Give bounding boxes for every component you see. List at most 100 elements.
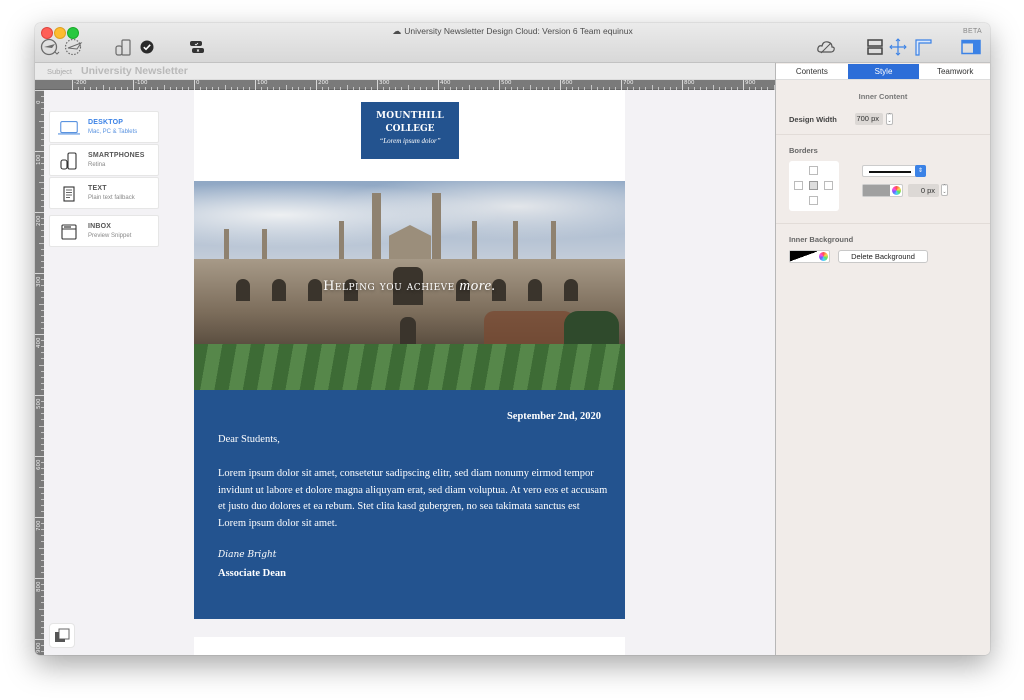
- canvas-view-button[interactable]: [49, 623, 75, 648]
- email-body[interactable]: September 2nd, 2020 Dear Students, Lorem…: [194, 390, 625, 619]
- device-title: SMARTPHONES: [88, 152, 145, 159]
- border-left-toggle[interactable]: [794, 181, 803, 190]
- college-logo[interactable]: MOUNTHILL COLLEGE “Lorem ipsum dolor”: [361, 102, 459, 159]
- device-title: DESKTOP: [88, 119, 124, 126]
- border-side-picker[interactable]: [789, 161, 839, 211]
- email-role: Associate Dean: [218, 568, 286, 579]
- device-inbox[interactable]: INBOX Preview Snippet: [49, 215, 159, 247]
- subject-label: Subject: [47, 67, 73, 76]
- border-width-stepper[interactable]: ⌃ ⌄: [941, 184, 948, 196]
- ruler-tick: [35, 639, 44, 640]
- ruler-label: 800: [684, 80, 695, 86]
- border-color-well[interactable]: [862, 184, 903, 197]
- tab-contents[interactable]: Contents: [776, 64, 848, 79]
- design-width-input[interactable]: 700 px: [855, 113, 883, 125]
- spire: [224, 229, 229, 261]
- ruler-label: 600: [562, 80, 573, 86]
- send-test-icon[interactable]: [39, 37, 61, 57]
- ruler-label: 300: [379, 80, 390, 86]
- border-top-toggle[interactable]: [809, 166, 818, 175]
- toolbar: ☁ University Newsletter Design Cloud: Ver…: [35, 23, 990, 63]
- color-wheel-icon[interactable]: [819, 252, 828, 261]
- chevron-updown-icon: ⇕: [915, 165, 926, 177]
- subject-input[interactable]: University Newsletter: [81, 65, 188, 77]
- ruler-icon[interactable]: [913, 37, 933, 57]
- border-width-input[interactable]: 0 px: [908, 184, 939, 197]
- design-width-stepper[interactable]: ⌃ ⌄: [886, 113, 893, 125]
- section-title: Inner Content: [858, 92, 908, 101]
- border-style-select[interactable]: ⇕: [862, 165, 926, 177]
- window-title-text: University Newsletter Design Cloud: Vers…: [404, 26, 633, 36]
- logo-line-1: MOUNTHILL: [376, 111, 444, 121]
- device-subtitle: Plain text fallback: [88, 195, 135, 201]
- vertical-ruler[interactable]: 0 100 200 300 400 500 600 700 800 900: [35, 90, 44, 655]
- device-subtitle: Mac, PC & Tablets: [88, 129, 138, 135]
- border-right-toggle[interactable]: [824, 181, 833, 190]
- borders-label: Borders: [789, 146, 818, 155]
- cloud-icon: ☁: [392, 26, 402, 36]
- cloud-icon[interactable]: [815, 37, 837, 57]
- ruler-tick: [438, 80, 439, 90]
- hero-image[interactable]: Helping you achieve more.: [194, 181, 625, 390]
- smartphone-icon: [58, 151, 80, 171]
- send-campaign-icon[interactable]: [63, 37, 85, 57]
- spire: [372, 193, 381, 261]
- ruler-tick: [35, 517, 44, 518]
- email-signature: Diane Bright: [218, 550, 277, 560]
- ruler-tick: [35, 151, 44, 152]
- sidebar-toggle-icon[interactable]: [960, 37, 982, 57]
- color-wheel-icon[interactable]: [892, 186, 901, 195]
- spire: [339, 221, 344, 261]
- spire: [472, 221, 477, 261]
- ruler-tick: [621, 80, 622, 90]
- border-color-swatch: [863, 185, 890, 196]
- email-preview[interactable]: MOUNTHILL COLLEGE “Lorem ipsum dolor” He…: [194, 90, 625, 655]
- spellcheck-icon[interactable]: [188, 37, 206, 57]
- design-canvas[interactable]: DESKTOP Mac, PC & Tablets SMARTPHONES Re…: [44, 90, 775, 655]
- inspector-panel: Contents Style Teamwork Inner Content De…: [775, 63, 990, 655]
- divider: [776, 223, 990, 224]
- tab-teamwork[interactable]: Teamwork: [919, 64, 990, 79]
- beta-badge: BETA: [963, 28, 982, 35]
- delete-background-button[interactable]: Delete Background: [838, 250, 928, 263]
- window-title: ☁ University Newsletter Design Cloud: Ver…: [35, 26, 990, 37]
- ruler-label: -100: [135, 80, 148, 86]
- ruler-tick: [35, 90, 44, 91]
- horizontal-ruler[interactable]: -200 -100 0 100 200 300 400 500 600 700 800 900: [35, 80, 799, 90]
- background-color-well[interactable]: [789, 250, 830, 263]
- ruler-tick: [499, 80, 500, 90]
- ruler-label: 700: [623, 80, 634, 86]
- email-header[interactable]: MOUNTHILL COLLEGE “Lorem ipsum dolor”: [194, 90, 625, 181]
- divider: [776, 134, 990, 135]
- border-all-toggle[interactable]: [809, 181, 818, 190]
- inspector-tabs: Contents Style Teamwork: [776, 64, 990, 80]
- ruler-tick: [255, 80, 256, 90]
- device-subtitle: Preview Snippet: [88, 233, 132, 239]
- ruler-tick: [35, 212, 44, 213]
- layout-blocks-icon[interactable]: [865, 37, 885, 57]
- email-next-section[interactable]: [194, 637, 625, 655]
- hero-lawn: [194, 344, 625, 390]
- app-window: ☁ University Newsletter Design Cloud: Ver…: [35, 23, 990, 655]
- preview-devices-icon[interactable]: [113, 37, 135, 57]
- ruler-tick: [35, 395, 44, 396]
- entrance-door: [400, 317, 416, 344]
- device-subtitle: Retina: [88, 162, 106, 168]
- laptop-icon: [58, 118, 80, 138]
- ruler-label: 0: [196, 80, 200, 86]
- ruler-tick: [560, 80, 561, 90]
- design-width-label: Design Width: [789, 115, 837, 124]
- ruler-tick: [377, 80, 378, 90]
- device-text[interactable]: TEXT Plain text fallback: [49, 177, 159, 209]
- ruler-label: 500: [501, 80, 512, 86]
- device-desktop[interactable]: DESKTOP Mac, PC & Tablets: [49, 111, 159, 143]
- border-bottom-toggle[interactable]: [809, 196, 818, 205]
- device-smartphones[interactable]: SMARTPHONES Retina: [49, 144, 159, 176]
- ruler-tick: [72, 80, 73, 90]
- move-icon[interactable]: [888, 37, 908, 57]
- tab-style[interactable]: Style: [847, 64, 920, 79]
- ruler-tick: [35, 273, 44, 274]
- device-title: TEXT: [88, 185, 107, 192]
- check-icon[interactable]: [139, 37, 155, 57]
- spire: [513, 221, 518, 261]
